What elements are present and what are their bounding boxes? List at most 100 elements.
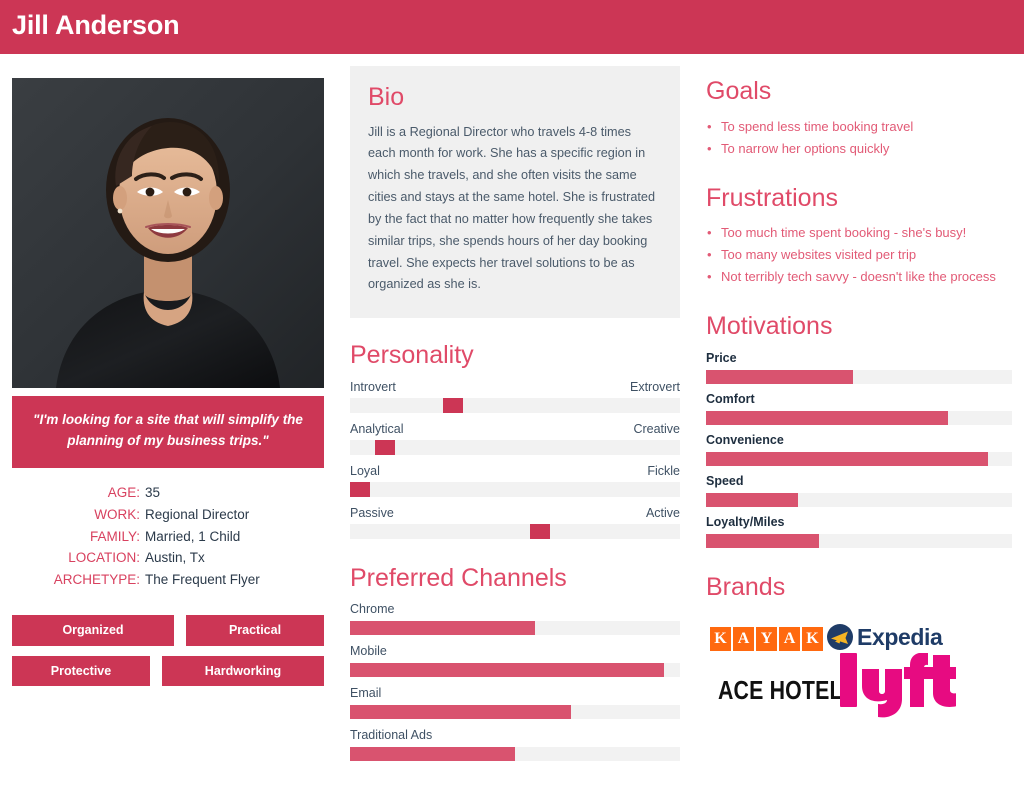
brand-logos: K A Y A K Expedia ACE HOTEL bbox=[706, 617, 1012, 737]
detail-label: LOCATION: bbox=[68, 550, 140, 566]
channel-track bbox=[350, 705, 680, 720]
detail-row: ARCHETYPE: The Frequent Flyer bbox=[12, 569, 324, 591]
slider-knob[interactable] bbox=[529, 523, 550, 539]
slider-label-left: Loyal bbox=[350, 463, 380, 478]
expedia-wordmark: Expedia bbox=[857, 623, 943, 650]
slider-knob[interactable] bbox=[350, 481, 370, 497]
personality-slider: Loyal Fickle bbox=[350, 464, 680, 497]
trait-tag[interactable]: Protective bbox=[12, 655, 150, 687]
kayak-letter: K bbox=[710, 627, 731, 652]
trait-tag[interactable]: Practical bbox=[186, 615, 324, 646]
kayak-letter: K bbox=[802, 627, 823, 652]
expedia-logo-icon: Expedia bbox=[826, 623, 943, 651]
channel-track bbox=[350, 621, 680, 636]
kayak-logo-icon: K A Y A K bbox=[710, 627, 823, 652]
detail-label: AGE: bbox=[107, 484, 140, 500]
motivation-label: Convenience bbox=[706, 432, 784, 447]
portrait-photo-icon bbox=[12, 78, 324, 388]
goals-heading: Goals bbox=[706, 77, 772, 105]
slider-knob[interactable] bbox=[374, 439, 395, 455]
motivation-bar: Loyalty/Miles bbox=[706, 515, 1012, 548]
channel-track bbox=[350, 747, 680, 762]
slider-label-right: Fickle bbox=[647, 463, 680, 478]
channels-heading: Preferred Channels bbox=[350, 563, 567, 592]
goals-list: To spend less time booking travel To nar… bbox=[706, 116, 1012, 159]
insights-column: Goals To spend less time booking travel … bbox=[706, 77, 1012, 738]
brands-section: Brands K A Y A K Expedia ACE HOTEL bbox=[706, 572, 1012, 738]
detail-row: LOCATION: Austin, Tx bbox=[12, 547, 324, 569]
detail-value: 35 bbox=[145, 484, 161, 500]
expedia-plane-icon bbox=[827, 624, 853, 651]
page-header: Jill Anderson bbox=[0, 0, 1024, 54]
bio-panel: Bio Jill is a Regional Director who trav… bbox=[350, 66, 680, 319]
trait-tags: Organized Practical Protective Hardworki… bbox=[12, 615, 324, 687]
ace-hotel-logo-icon: ACE HOTEL bbox=[718, 675, 843, 706]
motivations-section: Motivations Price Comfort Convenience Sp… bbox=[706, 313, 1012, 548]
detail-label: WORK: bbox=[94, 506, 140, 522]
channel-bar: Chrome bbox=[350, 602, 680, 636]
personality-slider: Analytical Creative bbox=[350, 422, 680, 455]
detail-value: The Frequent Flyer bbox=[145, 572, 260, 588]
slider-track[interactable] bbox=[350, 439, 680, 455]
motivation-track bbox=[706, 369, 1012, 384]
profile-column: "I'm looking for a site that will simpli… bbox=[12, 78, 324, 687]
detail-row: FAMILY: Married, 1 Child bbox=[12, 526, 324, 548]
frustrations-section: Frustrations Too much time spent booking… bbox=[706, 183, 1012, 287]
personality-section: Personality Introvert Extrovert Analytic… bbox=[350, 342, 680, 539]
motivation-bar: Speed bbox=[706, 474, 1012, 507]
motivations-heading: Motivations bbox=[706, 312, 833, 341]
detail-value: Regional Director bbox=[145, 506, 250, 522]
trait-tag[interactable]: Hardworking bbox=[162, 655, 324, 687]
slider-track[interactable] bbox=[350, 397, 680, 413]
page-title: Jill Anderson bbox=[12, 10, 180, 40]
slider-label-left: Analytical bbox=[350, 421, 404, 436]
channel-label: Chrome bbox=[350, 602, 395, 617]
motivation-bar: Comfort bbox=[706, 392, 1012, 425]
channel-label: Email bbox=[350, 686, 382, 701]
motivation-label: Price bbox=[706, 350, 737, 365]
list-item: Not terribly tech savvy - doesn't like t… bbox=[706, 266, 1012, 287]
motivation-label: Loyalty/Miles bbox=[706, 514, 785, 529]
kayak-letter: Y bbox=[756, 627, 777, 652]
motivation-fill bbox=[706, 369, 853, 384]
motivation-bar: Convenience bbox=[706, 433, 1012, 466]
channel-fill bbox=[350, 621, 535, 636]
slider-track[interactable] bbox=[350, 481, 680, 497]
list-item: To narrow her options quickly bbox=[706, 138, 1012, 159]
slider-label-right: Creative bbox=[633, 421, 680, 436]
motivation-track bbox=[706, 492, 1012, 507]
frustrations-heading: Frustrations bbox=[706, 183, 838, 212]
kayak-letter: A bbox=[733, 627, 754, 652]
lyft-logo-icon bbox=[838, 652, 959, 726]
channel-bar: Traditional Ads bbox=[350, 728, 680, 762]
list-item: To spend less time booking travel bbox=[706, 116, 1012, 137]
motivation-track bbox=[706, 533, 1012, 548]
brands-heading: Brands bbox=[706, 572, 786, 601]
slider-knob[interactable] bbox=[443, 397, 463, 413]
avatar bbox=[12, 78, 324, 388]
persona-page: Jill Anderson "I'm looking for a site th… bbox=[0, 0, 1024, 786]
detail-value: Austin, Tx bbox=[145, 550, 205, 566]
motivation-fill bbox=[706, 533, 820, 548]
motivation-track bbox=[706, 451, 1012, 466]
frustrations-list: Too much time spent booking - she's busy… bbox=[706, 222, 1012, 287]
channel-label: Mobile bbox=[350, 644, 387, 659]
slider-label-right: Active bbox=[645, 505, 680, 520]
bio-text: Jill is a Regional Director who travels … bbox=[368, 124, 656, 292]
middle-column: Bio Jill is a Regional Director who trav… bbox=[350, 66, 680, 762]
slider-label-right: Extrovert bbox=[629, 379, 680, 394]
list-item: Too many websites visited per trip bbox=[706, 244, 1012, 265]
channel-track bbox=[350, 663, 680, 678]
list-item: Too much time spent booking - she's busy… bbox=[706, 222, 1012, 243]
motivation-bar: Price bbox=[706, 351, 1012, 384]
motivation-fill bbox=[706, 451, 988, 466]
personality-slider: Passive Active bbox=[350, 506, 680, 539]
slider-track[interactable] bbox=[350, 523, 680, 539]
slider-label-left: Passive bbox=[350, 505, 394, 520]
channel-bar: Mobile bbox=[350, 644, 680, 678]
persona-quote: "I'm looking for a site that will simpli… bbox=[12, 396, 324, 468]
channel-fill bbox=[350, 747, 515, 762]
motivation-track bbox=[706, 410, 1012, 425]
trait-tag[interactable]: Organized bbox=[12, 615, 174, 646]
motivation-fill bbox=[706, 492, 798, 507]
